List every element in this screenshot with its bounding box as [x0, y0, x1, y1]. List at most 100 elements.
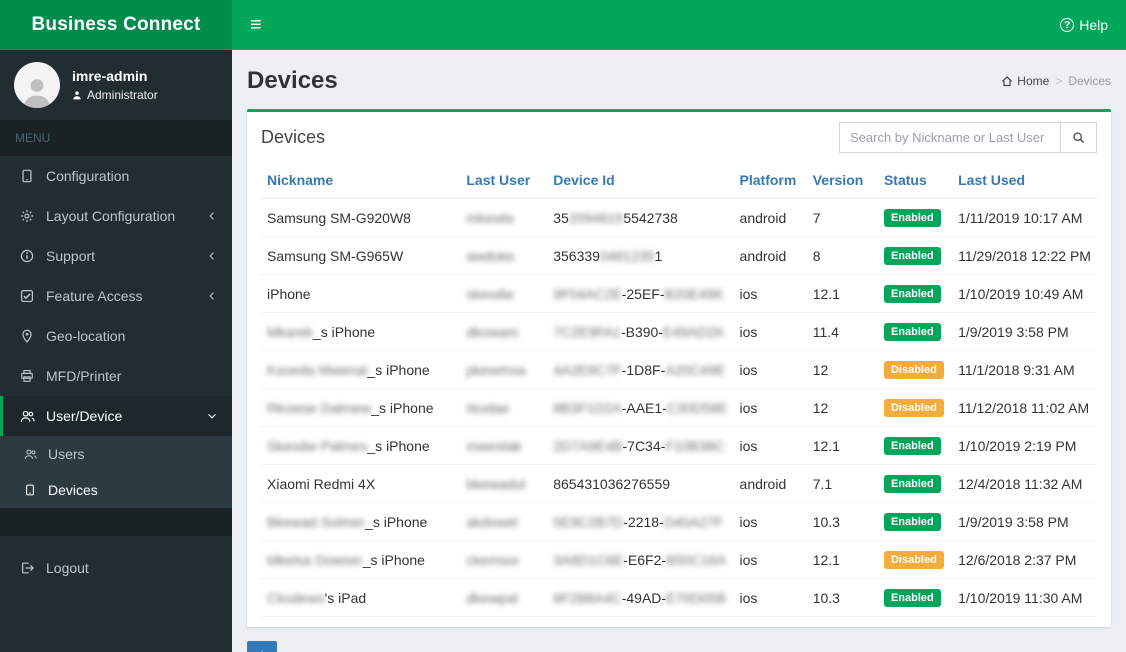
box-title: Devices [261, 127, 326, 147]
cell-last-user: mwestak [460, 426, 548, 465]
sidebar-item-feature-access[interactable]: Feature Access [0, 276, 232, 316]
cell-platform: android [733, 198, 807, 237]
cell-text: -2218- [623, 513, 664, 530]
cell-status: Enabled [877, 464, 953, 503]
cell-device-id: 3520948155542738 [547, 198, 734, 237]
chevron-down-icon [207, 411, 217, 421]
pagination-page-1[interactable]: 1 [247, 641, 277, 652]
logout-button[interactable]: Logout [0, 548, 232, 588]
cell-text: -B390- [620, 323, 663, 340]
cell-status: Enabled [877, 426, 953, 465]
column-header-nickname[interactable]: Nickname [261, 163, 461, 199]
cell-device-id: 35633904812351 [547, 236, 734, 275]
cell-text: 35 [553, 209, 569, 226]
cell-nickname: Samsung SM-G965W [261, 236, 461, 275]
cell-last-used: 1/10/2019 11:30 AM [952, 578, 1097, 617]
search-input[interactable] [839, 122, 1061, 153]
status-badge: Enabled [883, 209, 941, 227]
column-header-last-used[interactable]: Last Used [952, 163, 1097, 199]
redacted-text: B50C16A [666, 551, 726, 568]
table-header-row: Nickname Last User Device Id Platform Ve… [261, 163, 1097, 199]
sidebar-item-geo-location[interactable]: Geo-location [0, 316, 232, 356]
cell-version: 12 [806, 388, 878, 427]
chevron-left-icon [207, 211, 217, 221]
cell-status: Disabled [877, 388, 953, 427]
app-title: Business Connect [31, 14, 201, 35]
search-icon [1073, 132, 1085, 144]
cell-text: Xiaomi Redmi 4X [267, 475, 376, 492]
cell-version: 12 [806, 350, 878, 389]
sidebar-divider [0, 508, 232, 536]
column-header-last-user[interactable]: Last User [460, 163, 548, 199]
cell-text: 356339 [553, 247, 600, 264]
search-button[interactable] [1061, 122, 1097, 153]
redacted-text: Skeodw Palmes [267, 437, 368, 454]
cell-nickname: Mkarek_s iPhone [261, 312, 461, 351]
cell-nickname: Ckodews's iPad [261, 578, 461, 617]
column-header-platform[interactable]: Platform [733, 163, 807, 199]
cell-status: Enabled [877, 502, 953, 541]
cell-platform: android [733, 464, 807, 503]
cell-last-user: dkowam [460, 312, 548, 351]
cell-text: -1D8F- [621, 361, 666, 378]
user-device-submenu: Users Devices [0, 436, 232, 508]
page-title: Devices [247, 67, 338, 94]
redacted-text: dkewpal [466, 589, 518, 606]
sidebar-toggle-button[interactable]: ≡ [232, 0, 280, 50]
redacted-text: 3A8D1C6E [553, 551, 624, 568]
cell-text: Samsung SM-G965W [267, 247, 404, 264]
redacted-text: Ksoeda Mwenat [267, 361, 368, 378]
sidebar-item-support[interactable]: Support [0, 236, 232, 276]
sidebar-item-layout-configuration[interactable]: Layout Configuration [0, 196, 232, 236]
column-header-device-id[interactable]: Device Id [547, 163, 734, 199]
cell-nickname: Skeodw Palmes_s iPhone [261, 426, 461, 465]
cell-text: 5542738 [623, 209, 678, 226]
help-link[interactable]: ? Help [1042, 17, 1126, 33]
help-icon: ? [1060, 18, 1075, 32]
sidebar-item-devices[interactable]: Devices [0, 472, 232, 508]
redacted-text: 4A2E9C7F [553, 361, 622, 378]
status-badge: Enabled [883, 475, 941, 493]
cell-last-used: 12/6/2018 2:37 PM [952, 540, 1097, 579]
cell-device-id: 4A2E9C7F-1D8F-A20C49E [547, 350, 734, 389]
printer-icon [18, 369, 36, 383]
sidebar-item-configuration[interactable]: Configuration [0, 156, 232, 196]
column-header-status[interactable]: Status [877, 163, 953, 199]
cell-last-user: skeodw [460, 274, 548, 313]
cell-platform: ios [733, 312, 807, 351]
cell-last-user: mkewla [460, 198, 548, 237]
redacted-text: A20C49E [665, 361, 726, 378]
sidebar-item-user-device[interactable]: User/Device [0, 396, 232, 436]
redacted-text: E70D05B [666, 589, 726, 606]
breadcrumb-home-link[interactable]: Home [1001, 74, 1049, 88]
redacted-text: E49AD2K [662, 323, 725, 340]
cell-text: _s iPhone [367, 361, 430, 378]
redacted-text: C30D58E [666, 399, 728, 416]
cell-nickname: Bkewad Solmer_s iPhone [261, 502, 461, 541]
table-row: Rkowse Dalmew_s iPhone rkodae 8B3F1D2A-AAE… [261, 388, 1097, 427]
column-header-version[interactable]: Version [806, 163, 878, 199]
cell-platform: ios [733, 388, 807, 427]
sidebar-item-users[interactable]: Users [0, 436, 232, 472]
cell-last-user: ckemsor [460, 540, 548, 579]
cell-last-used: 11/1/2018 9:31 AM [952, 350, 1097, 389]
cell-last-used: 12/4/2018 11:32 AM [952, 464, 1097, 503]
users-icon [18, 409, 36, 424]
help-label: Help [1079, 17, 1108, 33]
redacted-text: F10B38C [665, 437, 725, 454]
cell-last-user: akdowel [460, 502, 548, 541]
main-header: Business Connect ≡ ? Help [0, 0, 1126, 50]
redacted-text: akdowel [466, 513, 518, 530]
menu-header: MENU [0, 120, 232, 156]
table-row: Xiaomi Redmi 4X bkewadol 865431036276559 an… [261, 464, 1097, 503]
sidebar-item-mfd-printer[interactable]: MFD/Printer [0, 356, 232, 396]
cell-platform: ios [733, 578, 807, 617]
cell-text: _s iPhone [312, 323, 376, 340]
cell-platform: android [733, 236, 807, 275]
cell-status: Disabled [877, 350, 953, 389]
breadcrumb: Home > Devices [1001, 74, 1111, 88]
cell-text: -49AD- [621, 589, 667, 606]
cell-text: _s iPhone [371, 399, 434, 416]
table-row: Mkarek_s iPhone dkowam 7C2E9FA1-B390-E49AD… [261, 312, 1097, 351]
redacted-text: 2D7A9E4B [553, 437, 623, 454]
